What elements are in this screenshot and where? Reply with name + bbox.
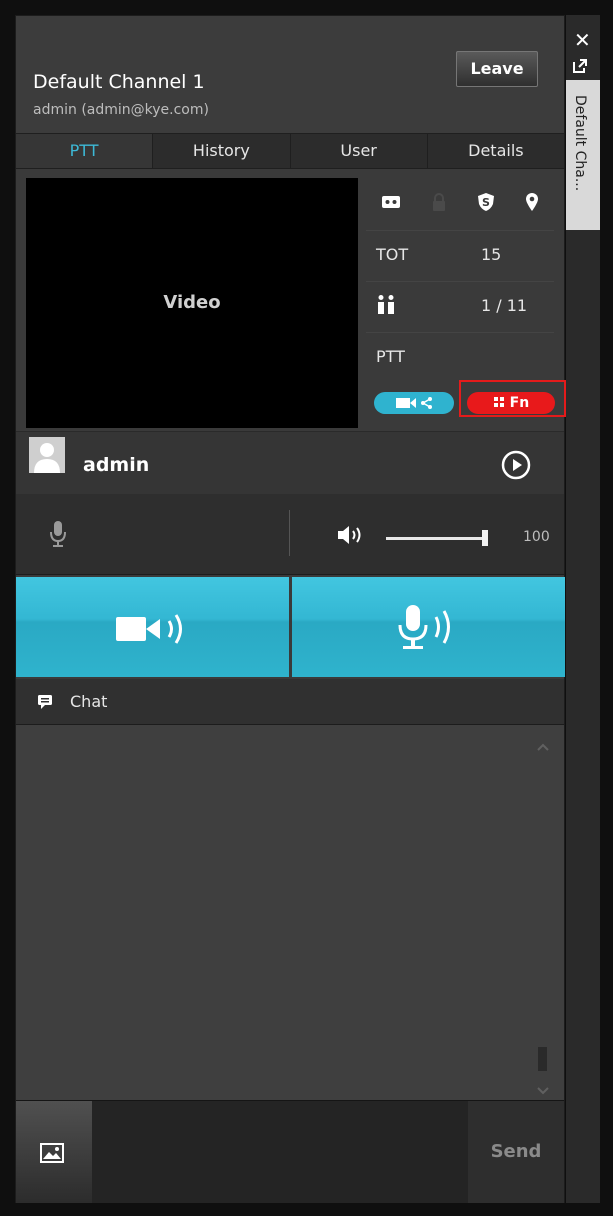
audio-controls: 100: [16, 494, 564, 575]
tab-ptt[interactable]: PTT: [16, 134, 154, 168]
shield-icon: S: [477, 192, 495, 216]
chat-messages[interactable]: [16, 725, 564, 1100]
username: admin: [83, 454, 150, 476]
chat-icon: [37, 694, 53, 714]
popout-icon[interactable]: [572, 58, 588, 78]
image-button[interactable]: [16, 1101, 92, 1203]
users-count: 1 / 11: [481, 296, 528, 315]
user-row: admin: [16, 431, 564, 495]
tab-user[interactable]: User: [291, 134, 428, 168]
channel-header: Default Channel 1 admin (admin@kye.com) …: [16, 16, 564, 133]
side-channel-tab[interactable]: Default Cha...: [566, 80, 600, 230]
voice-call-button[interactable]: [292, 577, 565, 677]
close-icon[interactable]: ✕: [574, 28, 591, 52]
video-label: Video: [163, 292, 221, 313]
chat-label: Chat: [70, 692, 108, 711]
video-call-icon: [116, 609, 196, 653]
lock-icon: [431, 192, 447, 216]
side-tab-label: Default Cha...: [572, 95, 588, 192]
tot-row: TOT 15: [366, 231, 554, 282]
microphone-icon[interactable]: [50, 520, 66, 552]
volume-slider-track[interactable]: [386, 537, 486, 540]
send-button[interactable]: Send: [468, 1101, 564, 1203]
tab-details[interactable]: Details: [428, 134, 564, 168]
scroll-up-icon[interactable]: [536, 737, 550, 756]
svg-text:S: S: [482, 196, 490, 209]
video-call-button[interactable]: [16, 577, 289, 677]
chat-input-bar: Send: [16, 1100, 564, 1203]
ptt-status-row: PTT: [366, 333, 554, 383]
tab-bar: PTT History User Details: [16, 133, 564, 169]
tot-label: TOT: [376, 245, 409, 264]
scroll-down-icon[interactable]: [536, 1081, 550, 1100]
users-icon: [376, 294, 396, 320]
video-share-icon: [392, 395, 436, 411]
channel-info: S TOT 15 1 / 11 PTT Fn: [366, 178, 555, 414]
fn-highlight-box: [459, 380, 566, 417]
image-icon: [40, 1143, 64, 1167]
scrollbar-thumb[interactable]: [538, 1047, 547, 1071]
channel-title: Default Channel 1: [33, 71, 205, 93]
status-icons-row: S: [366, 178, 554, 231]
audio-divider: [289, 510, 290, 556]
cassette-icon: [381, 192, 401, 216]
volume-value: 100: [523, 529, 550, 545]
volume-slider-thumb[interactable]: [482, 530, 488, 546]
channel-panel: Default Channel 1 admin (admin@kye.com) …: [15, 15, 566, 1203]
chat-header: Chat: [16, 679, 564, 725]
play-icon[interactable]: [501, 450, 531, 480]
speaker-icon[interactable]: [336, 524, 364, 550]
users-row: 1 / 11: [366, 282, 554, 333]
location-pin-icon: [525, 192, 539, 216]
video-area: Video: [26, 178, 358, 428]
avatar: [29, 437, 65, 473]
ptt-buttons: [16, 577, 565, 677]
voice-call-icon: [397, 603, 467, 655]
leave-button[interactable]: Leave: [456, 51, 538, 87]
tab-history[interactable]: History: [153, 134, 291, 168]
ptt-status-label: PTT: [376, 347, 405, 366]
tot-value: 15: [481, 245, 502, 264]
video-share-button[interactable]: [374, 392, 454, 414]
channel-subtitle: admin (admin@kye.com): [33, 102, 209, 118]
